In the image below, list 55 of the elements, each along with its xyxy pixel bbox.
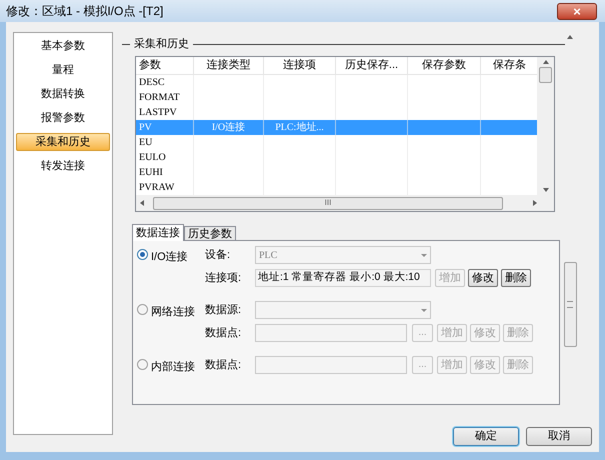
scroll-left-arrow-icon[interactable] (140, 200, 144, 206)
action-button[interactable]: 删除 (501, 269, 531, 287)
tab[interactable]: 历史参数 (184, 226, 236, 241)
table-cell-text: PLC:地址... (275, 120, 324, 135)
nav-item[interactable]: 基本参数 (16, 37, 110, 55)
nav-item[interactable]: 数据转换 (16, 85, 110, 103)
radio-label: I/O连接 (151, 250, 188, 265)
dialog-button[interactable]: 取消 (526, 427, 592, 446)
table-cell-text: DESC (139, 76, 165, 90)
table-cell-text: EULO (139, 151, 166, 165)
radio-button[interactable] (137, 359, 148, 370)
field-label: 设备: (205, 248, 232, 263)
dialog-button[interactable]: 确定 (453, 427, 519, 446)
nav-item[interactable]: 报警参数 (16, 109, 110, 127)
column-header[interactable]: 保存参数 (408, 57, 481, 74)
scroll-grip: III (324, 197, 332, 209)
table-cell-text: FORMAT (139, 91, 180, 105)
scroll-thumb[interactable] (564, 262, 576, 347)
vertical-scrollbar[interactable] (537, 57, 554, 195)
grip-icon (567, 301, 573, 308)
field-label: 数据点: (205, 358, 242, 373)
scroll-up-arrow-icon[interactable] (567, 35, 573, 39)
field-label: 数据源: (205, 302, 242, 318)
scroll-thumb[interactable] (539, 67, 552, 83)
caret-icon (421, 254, 427, 256)
action-button[interactable]: 修改 (468, 269, 498, 287)
data-point-field[interactable] (255, 356, 407, 374)
radio-button[interactable] (137, 304, 148, 315)
table-cell-text: EUHI (139, 166, 163, 180)
nav-item[interactable]: 量程 (16, 61, 110, 79)
column-header[interactable]: 历史保存... (336, 57, 408, 74)
caret-icon (421, 308, 427, 312)
radio-label: 内部连接 (151, 360, 195, 375)
table-cell-text: PV (139, 121, 152, 135)
scroll-thumb[interactable]: III (153, 196, 503, 210)
scroll-right-arrow-icon[interactable] (533, 200, 537, 206)
nav-item[interactable]: 转发连接 (16, 157, 110, 175)
nav-item[interactable]: 采集和历史 (16, 133, 110, 151)
horizontal-scrollbar[interactable]: III (136, 195, 554, 211)
connection-item-field[interactable]: 地址:1 常量寄存器 最小:0 最大:10 (255, 269, 431, 287)
column-header[interactable]: 连接类型 (194, 57, 264, 74)
radio-label: 网络连接 (151, 304, 195, 320)
table-cell-text: EU (139, 136, 152, 150)
group-title: 采集和历史 (133, 36, 190, 52)
tab[interactable]: 数据连接 (132, 224, 184, 241)
table-cell-text: LASTPV (139, 106, 177, 120)
column-header[interactable]: 连接项 (264, 57, 336, 74)
data-point-field[interactable] (255, 324, 407, 342)
column-header[interactable]: 参数 (136, 57, 194, 74)
table-cell-text: I/O连接 (212, 120, 246, 135)
field-label: 数据点: (205, 326, 242, 341)
radio-button[interactable] (137, 249, 148, 260)
field-label: 连接项: (205, 270, 242, 286)
window-title: 修改：区域1 - 模拟I/O点 -[T2] (6, 3, 164, 20)
table-cell-text: PVRAW (139, 181, 174, 195)
